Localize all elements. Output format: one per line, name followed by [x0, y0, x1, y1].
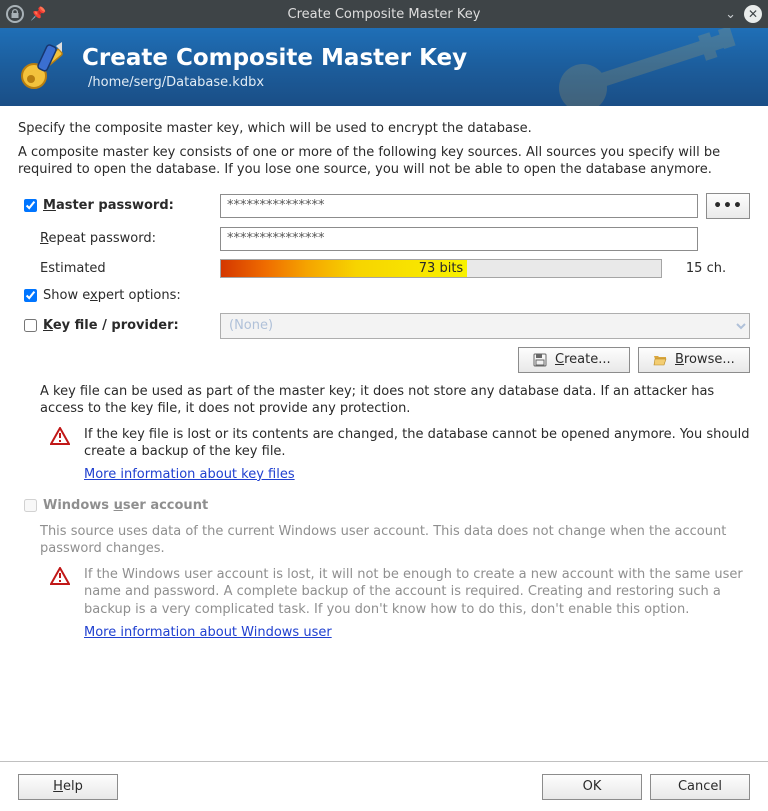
- banner-subtitle: /home/serg/Database.kdbx: [82, 75, 467, 90]
- banner-title: Create Composite Master Key: [82, 45, 467, 71]
- strength-value: 73 bits: [221, 260, 661, 277]
- master-password-input[interactable]: [220, 194, 698, 218]
- warning-icon: [50, 567, 74, 619]
- dialog-content: Specify the composite master key, which …: [0, 106, 768, 654]
- char-count: 15 ch.: [662, 261, 750, 276]
- windows-user-more-info-link[interactable]: More information about Windows user: [18, 625, 332, 640]
- windows-user-warning-text: If the Windows user account is lost, it …: [84, 566, 750, 619]
- row-windows-user: Windows user account: [18, 496, 750, 515]
- create-keyfile-button[interactable]: Create...: [518, 347, 630, 373]
- row-master-password: Master password: •••: [18, 193, 750, 219]
- windows-user-note: This source uses data of the current Win…: [18, 523, 750, 558]
- windows-user-checkbox[interactable]: [24, 499, 37, 512]
- banner-key-icon: [18, 42, 68, 92]
- keyfile-note: A key file can be used as part of the ma…: [18, 383, 750, 418]
- folder-open-icon: [653, 353, 667, 367]
- keyfile-warning-block: If the key file is lost or its contents …: [18, 426, 750, 461]
- row-show-expert: Show expert options:: [18, 286, 750, 305]
- estimated-label: Estimated: [40, 261, 106, 276]
- browse-keyfile-button[interactable]: Browse...: [638, 347, 750, 373]
- keyfile-buttons-row: Create... Browse...: [18, 347, 750, 373]
- keyfile-more-info-link[interactable]: More information about key files: [18, 467, 295, 482]
- keyfile-label: Key file / provider:: [43, 318, 179, 333]
- banner-bg-key-icon: [538, 28, 768, 106]
- repeat-password-input[interactable]: [220, 227, 698, 251]
- show-expert-label: Show expert options:: [43, 288, 181, 303]
- row-repeat-password: Repeat password:: [18, 227, 750, 251]
- master-password-checkbox[interactable]: [24, 199, 37, 212]
- subintro-text: A composite master key consists of one o…: [18, 144, 750, 179]
- save-icon: [533, 353, 547, 367]
- keyfile-checkbox[interactable]: [24, 319, 37, 332]
- keyfile-warning-text: If the key file is lost or its contents …: [84, 426, 750, 461]
- ok-button[interactable]: OK: [542, 774, 642, 800]
- windows-user-warning-block: If the Windows user account is lost, it …: [18, 566, 750, 619]
- windows-user-label: Windows user account: [43, 498, 208, 513]
- window-title: Create Composite Master Key: [0, 7, 768, 22]
- password-strength-meter: 73 bits: [220, 259, 662, 278]
- warning-icon: [50, 427, 74, 461]
- repeat-password-label: Repeat password:: [40, 231, 156, 246]
- row-estimated-quality: Estimated 73 bits 15 ch.: [18, 259, 750, 278]
- cancel-button[interactable]: Cancel: [650, 774, 750, 800]
- master-password-label: Master password:: [43, 198, 174, 213]
- reveal-password-button[interactable]: •••: [706, 193, 750, 219]
- window-titlebar: 📌 Create Composite Master Key ⌄ ✕: [0, 0, 768, 28]
- dialog-banner: Create Composite Master Key /home/serg/D…: [0, 28, 768, 106]
- show-expert-checkbox[interactable]: [24, 289, 37, 302]
- row-keyfile: Key file / provider: (None): [18, 313, 750, 339]
- keyfile-combo[interactable]: (None): [220, 313, 750, 339]
- dialog-footer: Help OK Cancel: [0, 761, 768, 811]
- help-button[interactable]: Help: [18, 774, 118, 800]
- intro-text: Specify the composite master key, which …: [18, 120, 750, 138]
